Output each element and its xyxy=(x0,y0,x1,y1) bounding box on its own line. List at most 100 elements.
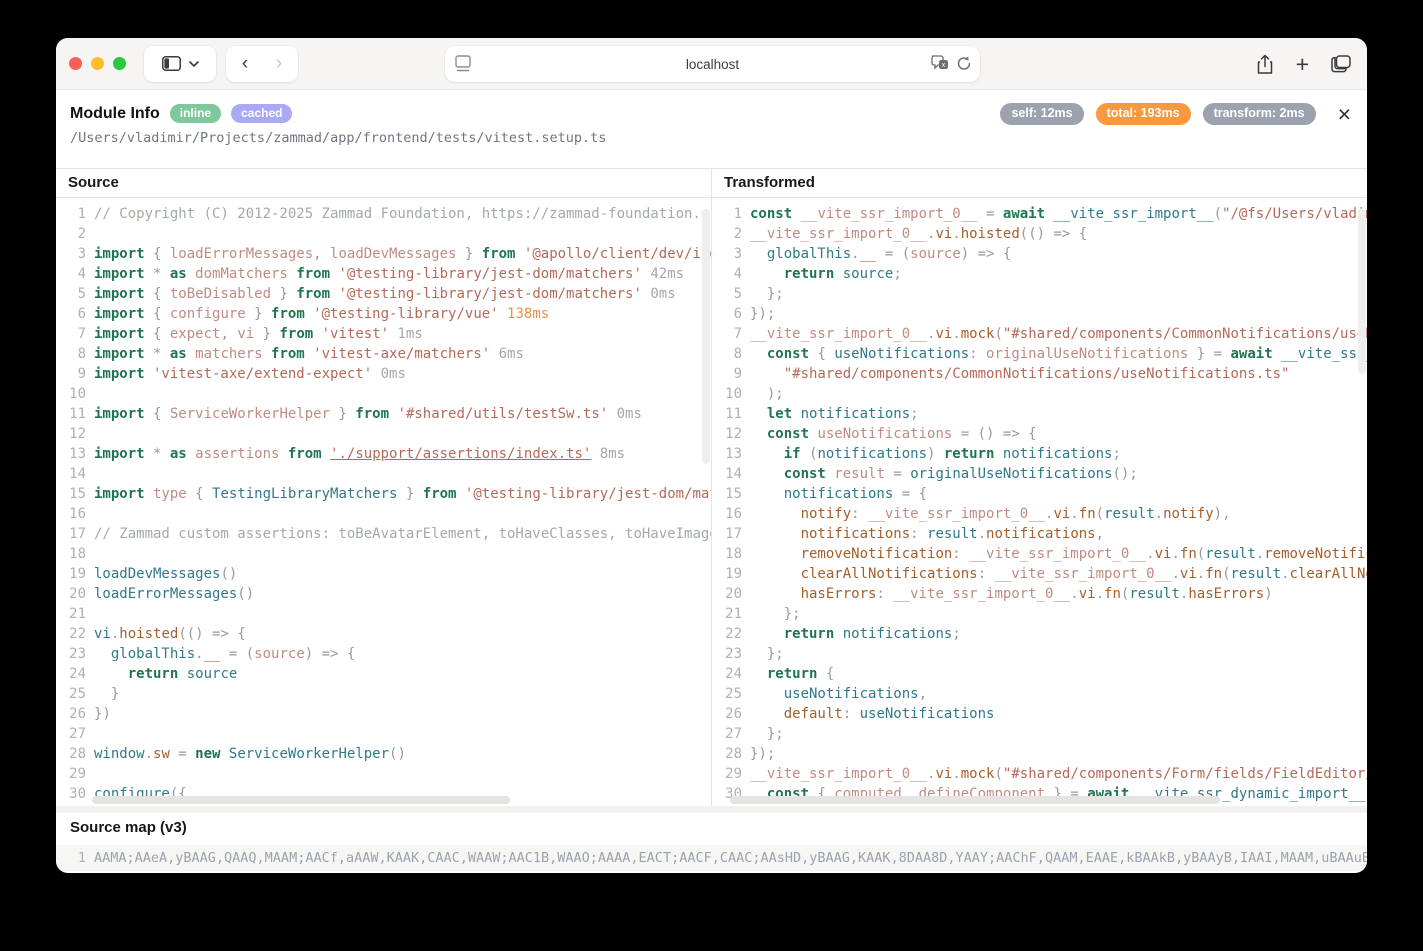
code-token: 138ms xyxy=(499,306,550,322)
code-token: . xyxy=(1197,566,1205,582)
line-number: 9 xyxy=(56,364,86,384)
transformed-code[interactable]: 1const __vite_ssr_import_0__ = await __v… xyxy=(712,198,1367,806)
code-token: : xyxy=(851,506,868,522)
code-token xyxy=(750,486,784,502)
share-icon[interactable] xyxy=(1256,54,1274,75)
code-token: useNotifications xyxy=(860,706,995,722)
module-link[interactable]: './support/assertions/index.ts' xyxy=(330,446,591,462)
code-token: import xyxy=(94,346,145,362)
back-button[interactable]: ‹ xyxy=(228,53,262,75)
code-token: 1ms xyxy=(389,326,423,342)
line-number: 9 xyxy=(712,364,742,384)
module-info-header: Module Info inline cached self: 12ms tot… xyxy=(56,90,1367,169)
code-token: . xyxy=(1256,546,1264,562)
code-token: ( xyxy=(801,446,818,462)
line-number: 10 xyxy=(712,384,742,404)
code-token: : xyxy=(876,586,893,602)
new-tab-icon[interactable]: + xyxy=(1296,55,1309,73)
line-number: 2 xyxy=(712,224,742,244)
code-token: __vite_ssr_import__ xyxy=(1045,206,1214,222)
code-token: { xyxy=(145,306,170,322)
transformed-hscrollbar[interactable] xyxy=(730,796,1220,804)
code-token: source xyxy=(254,646,305,662)
code-token: let xyxy=(767,406,792,422)
code-token: } xyxy=(246,306,271,322)
code-token: from xyxy=(279,446,321,462)
source-hscrollbar[interactable] xyxy=(92,796,510,804)
code-line: 20loadErrorMessages() xyxy=(56,584,711,604)
code-line: 20 hasErrors: __vite_ssr_import_0__.vi.f… xyxy=(712,584,1367,604)
code-token: return xyxy=(784,266,835,282)
code-line: 1const __vite_ssr_import_0__ = await __v… xyxy=(712,204,1367,224)
code-token: import xyxy=(94,266,145,282)
code-token xyxy=(750,346,767,362)
tab-overview-icon[interactable] xyxy=(1331,55,1351,73)
code-token: loadErrorMessages xyxy=(170,246,313,262)
code-token: . xyxy=(195,646,203,662)
code-line: 10 ); xyxy=(712,384,1367,404)
forward-button[interactable]: › xyxy=(262,53,296,75)
code-token: vi xyxy=(1155,546,1172,562)
code-token: matchers xyxy=(187,346,263,362)
line-number: 15 xyxy=(56,484,86,504)
code-token: as xyxy=(170,266,187,282)
reload-icon[interactable] xyxy=(956,55,972,72)
close-window-button[interactable] xyxy=(69,57,82,70)
code-token: vi xyxy=(1180,566,1197,582)
code-token: } xyxy=(330,406,355,422)
code-token: source xyxy=(910,246,961,262)
code-token: result xyxy=(1205,546,1256,562)
code-token: __vite_ssr_import_0__ xyxy=(893,586,1070,602)
translate-icon[interactable]: x xyxy=(930,54,950,72)
code-line: 3 globalThis.__ = (source) => { xyxy=(712,244,1367,264)
code-token: '#shared/utils/testSw.ts' xyxy=(389,406,608,422)
code-panels: Source 1// Copyright (C) 2012-2025 Zamma… xyxy=(56,169,1367,806)
sidebar-icon[interactable] xyxy=(162,56,181,71)
code-token: ; xyxy=(1112,446,1120,462)
code-token: }) xyxy=(94,706,111,722)
code-line: 3import { loadErrorMessages, loadDevMess… xyxy=(56,244,711,264)
code-token xyxy=(750,366,784,382)
code-token: }; xyxy=(750,726,784,742)
code-line: 22 return notifications; xyxy=(712,624,1367,644)
code-token: // Copyright (C) 2012-2025 Zammad Founda… xyxy=(94,206,711,222)
code-line: 25 } xyxy=(56,684,711,704)
code-token: mock xyxy=(961,326,995,342)
source-vscrollbar[interactable] xyxy=(702,209,710,464)
source-code[interactable]: 1// Copyright (C) 2012-2025 Zammad Found… xyxy=(56,198,711,806)
code-token: . xyxy=(952,326,960,342)
code-token: '@testing-library/vue' xyxy=(305,306,499,322)
transformed-panel: Transformed 1const __vite_ssr_import_0__… xyxy=(711,169,1367,806)
code-token: from xyxy=(423,486,457,502)
code-token: : xyxy=(952,546,969,562)
browser-window: ‹ › localhost x + xyxy=(56,38,1367,873)
line-number: 11 xyxy=(56,404,86,424)
line-number: 27 xyxy=(712,724,742,744)
close-icon[interactable]: × xyxy=(1338,105,1351,123)
code-token: ) xyxy=(927,446,944,462)
zoom-window-button[interactable] xyxy=(113,57,126,70)
address-bar[interactable]: localhost x xyxy=(445,46,980,82)
line-number: 24 xyxy=(56,664,86,684)
code-token: } xyxy=(456,246,481,262)
code-token: const xyxy=(750,206,792,222)
chevron-down-icon[interactable] xyxy=(189,61,199,67)
code-token: { xyxy=(145,406,170,422)
code-token: '@apollo/client/dev/index.js' xyxy=(515,246,711,262)
minimize-window-button[interactable] xyxy=(91,57,104,70)
code-token: ; xyxy=(910,406,918,422)
code-line: 4import * as domMatchers from '@testing-… xyxy=(56,264,711,284)
transformed-vscrollbar[interactable] xyxy=(1358,209,1366,374)
code-token: ( xyxy=(994,326,1002,342)
svg-text:x: x xyxy=(942,62,946,69)
code-token: await xyxy=(1003,206,1045,222)
code-token: } = xyxy=(1188,346,1230,362)
code-token: __vite_ssr_import_0__ xyxy=(750,226,927,242)
toolbar-right-buttons: + xyxy=(1256,46,1351,82)
code-token: source xyxy=(834,266,893,282)
sourcemap-line-number: 1 xyxy=(56,850,86,866)
code-token xyxy=(322,446,330,462)
traffic-lights xyxy=(69,57,126,70)
code-line: 29__vite_ssr_import_0__.vi.mock("#shared… xyxy=(712,764,1367,784)
code-line: 10 xyxy=(56,384,711,404)
